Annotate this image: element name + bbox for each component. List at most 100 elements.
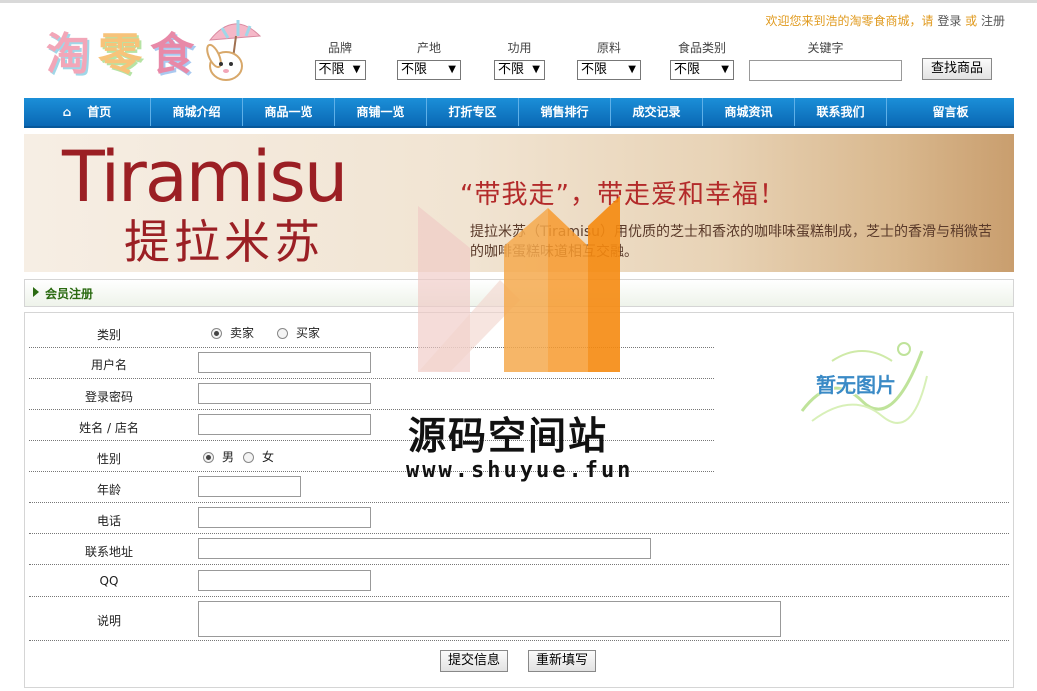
keyword-input[interactable] bbox=[749, 60, 902, 81]
bunny-umbrella-icon bbox=[206, 20, 262, 81]
filter-brand-value: 不限 bbox=[318, 62, 345, 77]
phone-input[interactable] bbox=[198, 507, 371, 528]
nav-item-contact[interactable]: 联系我们 bbox=[795, 98, 887, 126]
age-label: 年龄 bbox=[96, 483, 121, 497]
registration-form: 类别 卖家 买家 用户名 登录密码 姓名 / 店名 性别 男 女 年龄 电话 联… bbox=[24, 312, 1014, 688]
filter-ingredient-label: 原料 bbox=[596, 41, 621, 55]
username-input[interactable] bbox=[198, 352, 371, 373]
filter-category: 食品类别 不限 ▼ bbox=[670, 40, 734, 80]
nav-item-label: 首页 bbox=[87, 105, 112, 119]
no-image-text: 暂无图片 bbox=[816, 373, 896, 397]
promo-banner[interactable]: Tiramisu 提拉米苏 “带我走”，带走爱和幸福！ 提拉米苏（Tiramis… bbox=[24, 134, 1014, 272]
filter-function: 功用 不限 ▼ bbox=[494, 40, 545, 80]
filter-ingredient-value: 不限 bbox=[581, 62, 608, 77]
nav-item-sales-ranking[interactable]: 销售排行 bbox=[519, 98, 611, 126]
form-row-password: 登录密码 bbox=[29, 379, 714, 410]
age-input[interactable] bbox=[198, 476, 301, 497]
home-icon: ⌂ bbox=[62, 105, 72, 119]
section-header: 会员注册 bbox=[24, 279, 1014, 307]
logo-char-1: 淘 bbox=[46, 29, 92, 80]
submit-button[interactable]: 提交信息 bbox=[440, 650, 508, 672]
nav-item-news[interactable]: 商城资讯 bbox=[703, 98, 795, 126]
nav-item-guestbook[interactable]: 留言板 bbox=[887, 98, 1014, 126]
chevron-down-icon: ▼ bbox=[448, 64, 456, 75]
filter-category-select[interactable]: 不限 ▼ bbox=[670, 60, 734, 80]
password-label: 登录密码 bbox=[84, 390, 133, 404]
password-input[interactable] bbox=[198, 383, 371, 404]
chevron-down-icon: ▼ bbox=[352, 64, 361, 75]
qq-label: QQ bbox=[99, 574, 119, 588]
radio-buyer[interactable] bbox=[277, 328, 288, 339]
filter-brand-select[interactable]: 不限 ▼ bbox=[314, 60, 366, 80]
radio-seller-label: 卖家 bbox=[230, 326, 255, 340]
username-label: 用户名 bbox=[90, 358, 127, 372]
filter-origin-label: 产地 bbox=[416, 41, 441, 55]
filter-function-label: 功用 bbox=[507, 41, 532, 55]
keyword-label: 关键字 bbox=[807, 41, 844, 55]
banner-title-cn: 提拉米苏 bbox=[124, 215, 324, 269]
qq-input[interactable] bbox=[198, 570, 371, 591]
watermark-url: www.shuyue.fun bbox=[406, 458, 634, 483]
filter-ingredient-select[interactable]: 不限 ▼ bbox=[577, 60, 641, 80]
filter-brand: 品牌 不限 ▼ bbox=[314, 40, 366, 80]
login-link[interactable]: 登录 bbox=[937, 14, 961, 28]
chevron-down-icon: ▼ bbox=[628, 64, 636, 75]
address-input[interactable] bbox=[198, 538, 651, 559]
chevron-down-icon: ▼ bbox=[532, 64, 540, 75]
main-nav: ⌂ 首页 商城介绍 商品一览 商铺一览 打折专区 销售排行 成交记录 商城资讯 联… bbox=[24, 98, 1014, 128]
filter-category-value: 不限 bbox=[674, 62, 701, 77]
chevron-down-icon: ▼ bbox=[721, 64, 729, 75]
triangle-right-icon bbox=[33, 287, 39, 297]
filter-ingredient: 原料 不限 ▼ bbox=[577, 40, 641, 80]
logo-char-3: 食 bbox=[150, 29, 196, 80]
note-label: 说明 bbox=[96, 614, 121, 628]
radio-option-buyer[interactable]: 买家 bbox=[277, 324, 320, 341]
radio-buyer-label: 买家 bbox=[296, 326, 321, 340]
register-link[interactable]: 注册 bbox=[981, 14, 1005, 28]
filter-function-select[interactable]: 不限 ▼ bbox=[494, 60, 545, 80]
radio-male[interactable] bbox=[203, 452, 214, 463]
watermark-title: 源码空间站 bbox=[408, 414, 609, 458]
banner-description: 提拉米苏（Tiramisu）用优质的芝士和香浓的咖啡味蛋糕制成，芝士的香滑与稍微… bbox=[470, 224, 993, 260]
filter-origin: 产地 不限 ▼ bbox=[397, 40, 461, 80]
radio-option-male[interactable]: 男 bbox=[203, 448, 234, 465]
form-row-name: 姓名 / 店名 bbox=[29, 410, 714, 441]
banner-slogan: “带我走”，带走爱和幸福！ bbox=[460, 180, 786, 210]
section-title: 会员注册 bbox=[45, 287, 94, 301]
filter-category-label: 食品类别 bbox=[677, 41, 726, 55]
address-label: 联系地址 bbox=[84, 545, 133, 559]
radio-seller[interactable] bbox=[211, 328, 222, 339]
note-textarea[interactable] bbox=[198, 601, 781, 637]
nav-item-home[interactable]: ⌂ 首页 bbox=[24, 98, 151, 126]
no-image-placeholder: 暂无图片 bbox=[792, 331, 932, 431]
nav-item-transactions[interactable]: 成交记录 bbox=[611, 98, 703, 126]
radio-option-female[interactable]: 女 bbox=[243, 448, 274, 465]
welcome-message: 欢迎您来到浩的淘零食商城，请 登录 或 注册 bbox=[766, 12, 1006, 29]
category-label: 类别 bbox=[96, 328, 121, 342]
nav-item-shops[interactable]: 商铺一览 bbox=[335, 98, 427, 126]
filter-function-value: 不限 bbox=[498, 62, 525, 77]
form-row-note: 说明 bbox=[29, 597, 1009, 641]
radio-female[interactable] bbox=[243, 452, 254, 463]
form-row-address: 联系地址 bbox=[29, 534, 1009, 565]
filter-brand-label: 品牌 bbox=[327, 41, 352, 55]
form-row-qq: QQ bbox=[29, 565, 1009, 597]
radio-male-label: 男 bbox=[222, 450, 235, 464]
filter-origin-select[interactable]: 不限 ▼ bbox=[397, 60, 461, 80]
radio-option-seller[interactable]: 卖家 bbox=[211, 324, 254, 341]
phone-label: 电话 bbox=[96, 514, 121, 528]
form-row-username: 用户名 bbox=[29, 348, 714, 379]
top-border bbox=[0, 0, 1037, 3]
radio-female-label: 女 bbox=[262, 450, 275, 464]
nav-item-discounts[interactable]: 打折专区 bbox=[427, 98, 519, 126]
nav-item-products[interactable]: 商品一览 bbox=[243, 98, 335, 126]
name-input[interactable] bbox=[198, 414, 371, 435]
nav-item-about[interactable]: 商城介绍 bbox=[151, 98, 243, 126]
filter-keyword: 关键字 bbox=[749, 40, 902, 56]
site-logo[interactable]: 淘 零 食 bbox=[44, 14, 264, 86]
form-row-phone: 电话 bbox=[29, 503, 1009, 534]
form-row-category: 类别 卖家 买家 bbox=[29, 313, 714, 348]
reset-button[interactable]: 重新填写 bbox=[528, 650, 596, 672]
gender-label: 性别 bbox=[96, 452, 121, 466]
search-button[interactable]: 查找商品 bbox=[922, 58, 992, 80]
